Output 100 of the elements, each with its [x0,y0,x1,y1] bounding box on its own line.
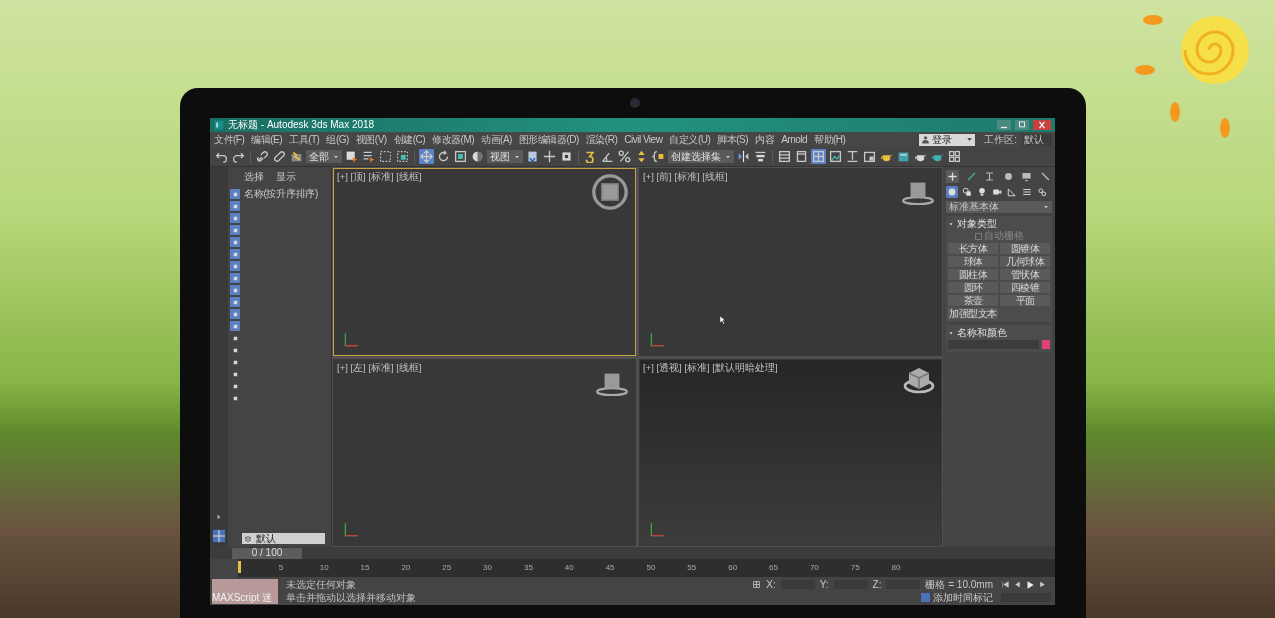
object-type-button[interactable]: 长方体 [948,243,998,254]
workspace-dropdown[interactable]: 默认 [1022,133,1052,146]
maximize-icon[interactable] [1015,120,1029,130]
time-tag-checkbox[interactable] [921,593,930,602]
previous-frame-icon[interactable] [1013,580,1022,589]
category-tab[interactable] [976,186,988,198]
object-type-button[interactable]: 平面 [1000,295,1050,306]
toolbar-button[interactable] [255,149,270,164]
go-to-start-icon[interactable] [1001,580,1010,589]
panel-tab[interactable] [1020,170,1034,183]
toolbar-button[interactable] [361,149,376,164]
toolbar-dropdown[interactable]: 全部 [306,150,342,163]
viewport-label[interactable]: [+] [顶] [标准] [线框] [337,172,422,182]
viewport[interactable]: [+] [前] [标准] [线框] [639,168,942,356]
object-type-button[interactable]: 几何球体 [1000,256,1050,267]
toolbar-button[interactable] [617,149,632,164]
object-type-button[interactable]: 圆锥体 [1000,243,1050,254]
object-type-button[interactable]: 球体 [948,256,998,267]
rollout-header[interactable]: 名称和颜色 [948,327,1050,338]
frame-counter[interactable]: 0 / 100 [232,547,302,559]
menu-item[interactable]: 修改器(M) [431,134,476,145]
category-tab[interactable] [1006,186,1018,198]
toolbar-button[interactable] [395,149,410,164]
rollout-header[interactable]: 对象类型 [948,218,1050,229]
toolbar-button[interactable] [470,149,485,164]
dropdown-caret-icon [333,153,339,160]
panel-tab[interactable] [946,170,959,183]
toolbar-button[interactable] [525,149,540,164]
toolbar-dropdown[interactable]: 创建选择集 [668,150,734,163]
menu-item[interactable]: 文件(F) [213,134,246,145]
toolbar-button[interactable] [947,149,962,164]
toolbar-button[interactable] [753,149,768,164]
column-header[interactable]: 名称(按升序排序) [242,187,331,199]
toolbar-button[interactable] [344,149,359,164]
object-type-button[interactable]: 茶壶 [948,295,998,306]
toolbar-button[interactable] [736,149,751,164]
menu-item[interactable]: 帮助(H) [813,134,847,145]
toolbar-button[interactable] [896,149,911,164]
category-tab[interactable] [961,186,973,198]
toolbar-button[interactable] [378,149,393,164]
menu-item[interactable]: 自定义(U) [668,134,712,145]
viewport[interactable]: [+] [顶] [标准] [线框] [333,168,636,356]
object-type-button[interactable]: 加强型文本 [948,308,998,319]
window-title: 无标题 - Autodesk 3ds Max 2018 [228,120,375,130]
menu-item[interactable]: 组(G) [325,134,350,145]
explorer-tab[interactable]: 选择 [244,172,264,182]
category-tab[interactable] [946,186,958,198]
next-frame-icon[interactable] [1038,580,1047,589]
object-type-button[interactable]: 四棱锥 [1000,282,1050,293]
toolbar-button[interactable] [272,149,287,164]
close-icon[interactable] [1033,120,1051,130]
timeline-tick-label: 10 [319,564,329,572]
time-tag-label[interactable]: 添加时间标记 [933,592,993,603]
menu-item[interactable]: 视图(V) [354,134,388,145]
menu-item[interactable]: Arnold [780,134,809,145]
viewport[interactable]: [+] [左] [标准] [线框] [333,358,636,546]
minimize-icon[interactable] [997,120,1011,130]
expand-icon [948,329,954,336]
primitive-dropdown[interactable]: 标准基本体 [946,201,1052,213]
color-swatch[interactable] [1042,340,1050,349]
toolbar-button[interactable] [453,149,468,164]
object-type-button[interactable]: 圆柱体 [948,269,998,280]
viewport-label[interactable]: [+] [前] [标准] [线框] [643,172,728,182]
axis-tripod-icon [342,330,360,349]
toolbar-button[interactable] [542,149,557,164]
play-icon[interactable] [1025,580,1035,590]
expand-arrow-icon[interactable] [215,513,223,521]
toolbar-dropdown[interactable]: 视图 [487,150,523,163]
menu-item[interactable]: 内容 [754,134,776,145]
panel-icon [795,150,808,163]
toolbar-button[interactable] [845,149,860,164]
login-dropdown[interactable]: 登录 [919,133,976,146]
toolbar-button[interactable] [289,149,304,164]
menu-item[interactable]: 动画(A) [480,134,513,145]
toolbar-button[interactable] [794,149,809,164]
explorer-tab[interactable]: 显示 [276,172,296,182]
toolbar-button[interactable] [651,149,666,164]
menu-item[interactable]: 工具(T) [288,134,321,145]
autogrid-checkbox[interactable] [974,232,982,240]
viewport[interactable]: [+] [透视] [标准] [默认明暗处理] [639,358,942,546]
timeline-tick-label: 25 [442,564,452,572]
toolbar-button[interactable] [862,149,877,164]
viewport-label[interactable]: [+] [透视] [标准] [默认明暗处理] [643,362,778,372]
viewport-layout-icon[interactable] [212,529,226,543]
time-marker[interactable] [238,561,241,573]
menu-item[interactable]: 渲染(R) [584,134,619,145]
toolbar-button[interactable] [436,149,451,164]
menu-item[interactable]: 图形编辑器(D) [517,134,580,145]
dropdown-caret-icon [966,136,974,143]
viewport-label[interactable]: [+] [左] [标准] [线框] [337,362,422,372]
object-type-button[interactable]: 圆环 [948,282,998,293]
toolbar-button[interactable] [777,149,792,164]
menu-item[interactable]: 脚本(S) [716,134,750,145]
menu-item[interactable]: Civil View [623,134,664,145]
menu-item[interactable]: 创建(C) [392,134,427,145]
toolbar-button[interactable] [559,149,574,164]
object-type-button[interactable]: 管状体 [1000,269,1050,280]
menu-item[interactable]: 编辑(E) [250,134,284,145]
layer-dropdown[interactable]: 默认 [242,533,325,544]
toolbar-button[interactable] [828,149,843,164]
